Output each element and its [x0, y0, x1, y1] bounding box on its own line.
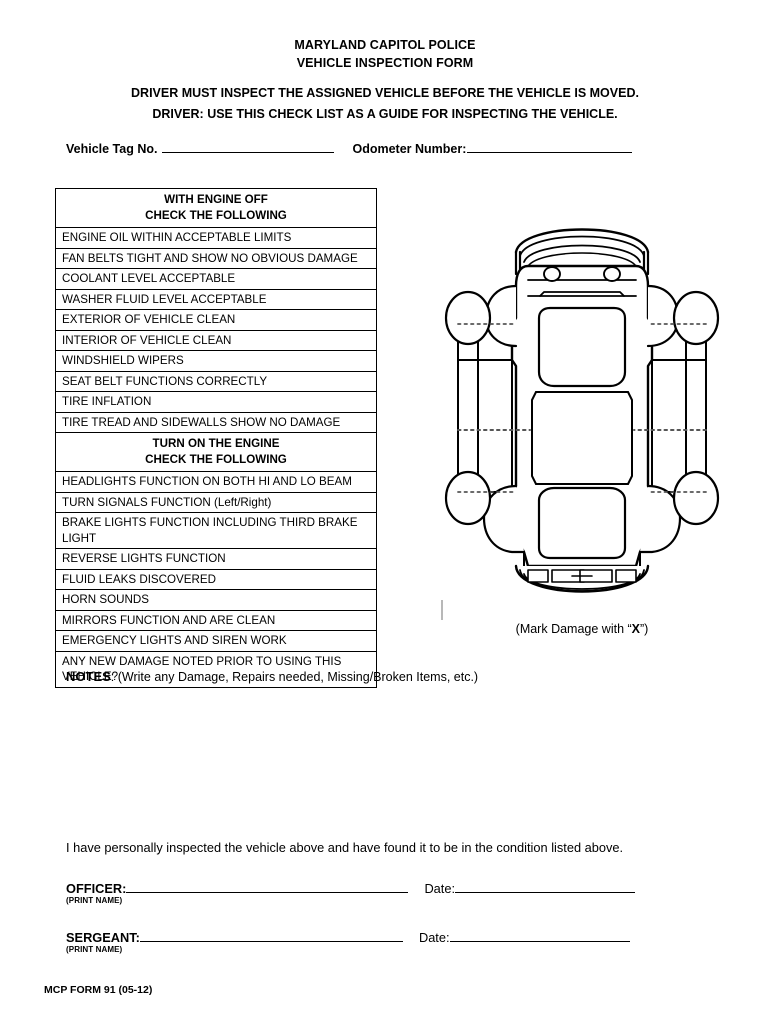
checklist-item[interactable]: WINDSHIELD WIPERS [56, 351, 376, 372]
sergeant-name-input[interactable] [139, 928, 403, 942]
vehicle-tag-input[interactable] [162, 140, 335, 153]
checklist-section-header-engine-on: TURN ON THE ENGINE CHECK THE FOLLOWING [56, 433, 376, 472]
checklist-item[interactable]: FLUID LEAKS DISCOVERED [56, 570, 376, 590]
checklist-item[interactable]: SEAT BELT FUNCTIONS CORRECTLY [56, 372, 376, 392]
wheel-front-right [672, 470, 720, 526]
sergeant-signature-row: SERGEANT: Date: [66, 928, 630, 948]
checklist-item[interactable]: INTERIOR OF VEHICLE CLEAN [56, 331, 376, 351]
text-cursor-artifact [441, 600, 443, 620]
section-title-line-1: TURN ON THE ENGINE [152, 437, 280, 450]
checklist-item[interactable]: BRAKE LIGHTS FUNCTION INCLUDING THIRD BR… [56, 513, 376, 549]
odometer-label: Odometer Number: [352, 142, 467, 156]
vehicle-damage-diagram[interactable] [432, 200, 732, 620]
sergeant-date-input[interactable] [449, 928, 630, 942]
caption-prefix: (Mark Damage with “ [515, 622, 632, 636]
attestation-statement: I have personally inspected the vehicle … [66, 840, 624, 855]
checklist-item[interactable]: REVERSE LIGHTS FUNCTION [56, 549, 376, 570]
officer-date-label: Date: [424, 881, 456, 896]
wheel-front-left [444, 470, 492, 526]
vehicle-identifier-row: Vehicle Tag No. Odometer Number: [66, 140, 706, 160]
inspection-form-page: MARYLAND CAPITOL POLICE VEHICLE INSPECTI… [0, 0, 770, 1024]
form-number: MCP FORM 91 (05-12) [44, 984, 153, 996]
officer-date-input[interactable] [455, 879, 636, 893]
officer-label: OFFICER: [66, 881, 127, 896]
officer-signature-row: OFFICER: Date: [66, 879, 636, 899]
instruction-line-1: DRIVER MUST INSPECT THE ASSIGNED VEHICLE… [131, 86, 639, 100]
sergeant-print-name-hint: (PRINT NAME) [66, 945, 123, 954]
notes-hint: : (Write any Damage, Repairs needed, Mis… [110, 670, 479, 684]
vehicle-tag-label: Vehicle Tag No. [66, 142, 158, 156]
checklist-item[interactable]: COOLANT LEVEL ACCEPTABLE [56, 269, 376, 290]
caption-suffix: ”) [640, 622, 649, 636]
car-top-view-icon[interactable] [432, 200, 732, 620]
page-title-organization: MARYLAND CAPITOL POLICE [294, 38, 476, 52]
section-title-line-2: CHECK THE FOLLOWING [145, 209, 287, 222]
instruction-line-2: DRIVER: USE THIS CHECK LIST AS A GUIDE F… [152, 107, 618, 121]
officer-print-name-hint: (PRINT NAME) [66, 896, 123, 905]
checklist-item[interactable]: EXTERIOR OF VEHICLE CLEAN [56, 310, 376, 331]
notes-section: NOTES: (Write any Damage, Repairs needed… [66, 669, 478, 684]
inspection-checklist-table: WITH ENGINE OFF CHECK THE FOLLOWING ENGI… [55, 188, 377, 688]
caption-mark: X [631, 622, 640, 636]
checklist-item[interactable]: ENGINE OIL WITHIN ACCEPTABLE LIMITS [56, 228, 376, 249]
section-title-line-2: CHECK THE FOLLOWING [145, 453, 287, 466]
odometer-input[interactable] [467, 140, 633, 153]
officer-name-input[interactable] [126, 879, 409, 893]
section-title-line-1: WITH ENGINE OFF [164, 193, 268, 206]
checklist-item[interactable]: HORN SOUNDS [56, 590, 376, 611]
checklist-item[interactable]: WASHER FLUID LEVEL ACCEPTABLE [56, 290, 376, 310]
sergeant-label: SERGEANT: [66, 930, 140, 945]
checklist-item[interactable]: EMERGENCY LIGHTS AND SIREN WORK [56, 631, 376, 652]
page-title-form: VEHICLE INSPECTION FORM [296, 56, 474, 70]
sergeant-date-label: Date: [418, 930, 450, 945]
checklist-item[interactable]: TIRE INFLATION [56, 392, 376, 413]
checklist-item[interactable]: TURN SIGNALS FUNCTION (Left/Right) [56, 493, 376, 513]
wheel-rear-left [444, 290, 492, 346]
checklist-item[interactable]: HEADLIGHTS FUNCTION ON BOTH HI AND LO BE… [56, 472, 376, 493]
checklist-section-header-engine-off: WITH ENGINE OFF CHECK THE FOLLOWING [56, 189, 376, 228]
diagram-caption: (Mark Damage with “X”) [432, 622, 732, 636]
checklist-item[interactable]: FAN BELTS TIGHT AND SHOW NO OBVIOUS DAMA… [56, 249, 376, 269]
checklist-item[interactable]: MIRRORS FUNCTION AND ARE CLEAN [56, 611, 376, 631]
checklist-item[interactable]: TIRE TREAD AND SIDEWALLS SHOW NO DAMAGE [56, 413, 376, 433]
notes-label: NOTES [66, 669, 111, 684]
wheel-rear-right [672, 290, 720, 346]
